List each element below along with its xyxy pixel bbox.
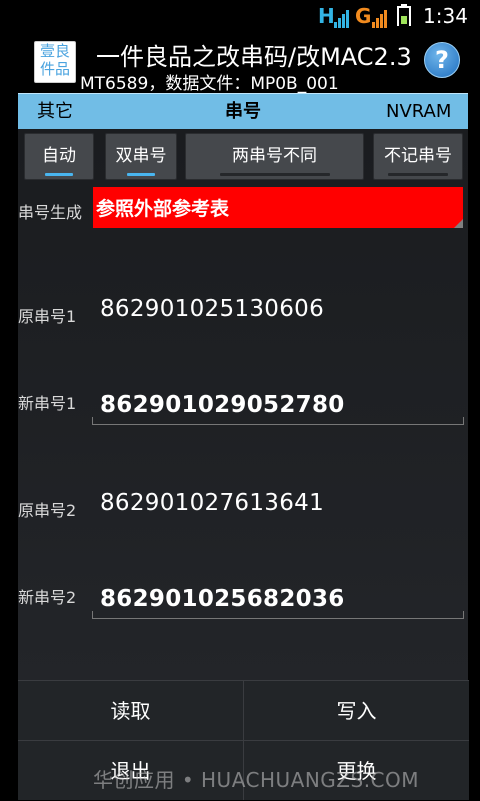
read-button[interactable]: 读取 — [18, 680, 243, 740]
signal-strength-icon — [334, 10, 349, 28]
serial-label-new-2: 新串号2 — [18, 588, 77, 607]
app-subtitle: MT6589，数据文件：MP0B_001 — [80, 74, 339, 94]
battery-icon — [397, 4, 411, 26]
serial-input-new-2-underline — [92, 611, 464, 619]
logo-text-line1: 壹良 — [39, 42, 70, 60]
signal-strength-icon-2 — [372, 10, 387, 28]
main-content: 自动 双串号 两串号不同 不记串号 串号生成 参照外部参考表 原串号1 8629… — [18, 129, 468, 680]
mode-dual-serial-indicator — [127, 173, 155, 176]
generation-select[interactable]: 参照外部参考表 — [93, 187, 463, 228]
tab-nvram[interactable]: NVRAM — [386, 94, 451, 129]
serial-label-orig-1: 原串号1 — [18, 307, 77, 326]
serial-label-orig-2: 原串号2 — [18, 501, 77, 520]
serial-value-orig-2: 862901027613641 — [100, 490, 324, 516]
status-bar: H G 1:34 — [0, 0, 480, 33]
mode-dual-serial-label: 双串号 — [115, 146, 167, 166]
serial-label-new-1: 新串号1 — [18, 394, 77, 413]
mode-auto-indicator — [45, 173, 73, 176]
mode-auto-label: 自动 — [42, 146, 76, 166]
serial-input-new-2[interactable]: 862901025682036 — [100, 586, 345, 612]
mode-dual-serial-toggle[interactable]: 双串号 — [105, 133, 177, 180]
tab-serial[interactable]: 串号 — [225, 94, 261, 129]
app-title: 一件良品之改串码/改MAC2.3 — [96, 43, 412, 71]
help-button[interactable]: ? — [424, 42, 460, 78]
network-g-indicator: G — [355, 4, 372, 28]
mode-different-serials-label: 两串号不同 — [232, 146, 317, 166]
app-header: 壹良 件品 一件良品之改串码/改MAC2.3 MT6589，数据文件：MP0B_… — [18, 33, 468, 94]
watermark: 华创应用 • HUACHUANGZS.COM — [93, 768, 420, 792]
generation-label: 串号生成 — [18, 203, 83, 222]
serial-value-orig-1: 862901025130606 — [100, 296, 324, 322]
clock: 1:34 — [423, 4, 468, 28]
write-button[interactable]: 写入 — [244, 680, 469, 740]
mode-different-serials-toggle[interactable]: 两串号不同 — [185, 133, 364, 180]
tab-other[interactable]: 其它 — [37, 94, 73, 129]
mode-different-serials-indicator — [219, 173, 330, 176]
mode-no-record-indicator — [388, 173, 448, 176]
mode-auto-toggle[interactable]: 自动 — [24, 133, 94, 180]
mode-no-record-label: 不记串号 — [384, 146, 452, 166]
network-h-indicator: H — [318, 4, 335, 28]
question-mark-icon: ? — [435, 46, 449, 74]
logo-text-line2: 件品 — [39, 60, 70, 78]
app-logo: 壹良 件品 — [34, 41, 76, 83]
serial-input-new-1[interactable]: 862901029052780 — [100, 392, 345, 418]
tab-bar: 其它 串号 NVRAM — [18, 93, 468, 131]
mode-no-record-toggle[interactable]: 不记串号 — [373, 133, 463, 180]
serial-input-new-1-underline — [92, 417, 464, 425]
